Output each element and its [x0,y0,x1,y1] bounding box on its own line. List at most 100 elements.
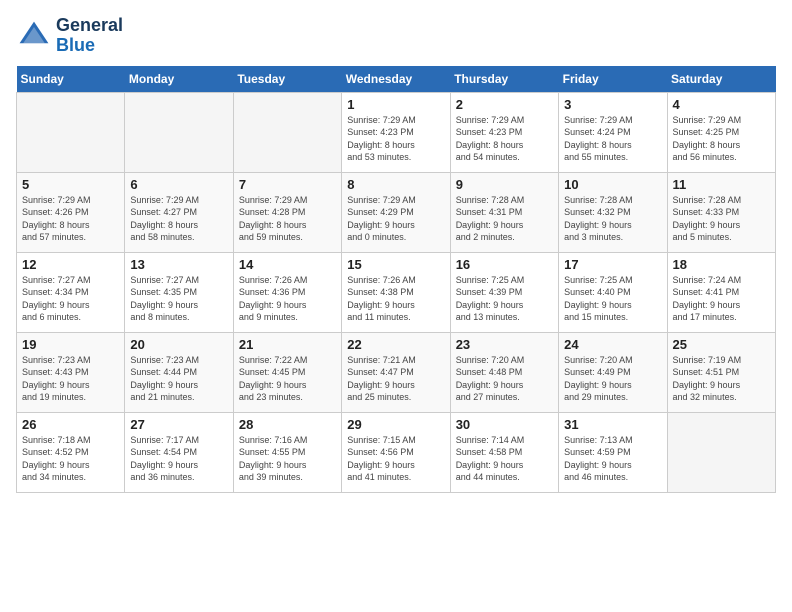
calendar-cell: 24 Sunrise: 7:20 AM Sunset: 4:49 PM Dayli… [559,332,667,412]
calendar-cell: 18 Sunrise: 7:24 AM Sunset: 4:41 PM Dayli… [667,252,775,332]
calendar-cell: 11 Sunrise: 7:28 AM Sunset: 4:33 PM Dayli… [667,172,775,252]
day-number: 23 [456,337,553,352]
calendar-cell [233,92,341,172]
calendar-cell: 6 Sunrise: 7:29 AM Sunset: 4:27 PM Daylig… [125,172,233,252]
day-number: 5 [22,177,119,192]
day-info: Sunrise: 7:29 AM Sunset: 4:25 PM Dayligh… [673,114,770,164]
calendar-cell: 26Sunrise: 7:18 AM Sunset: 4:52 PM Dayli… [17,412,125,492]
calendar-cell: 25 Sunrise: 7:19 AM Sunset: 4:51 PM Dayli… [667,332,775,412]
day-number: 2 [456,97,553,112]
day-number: 3 [564,97,661,112]
day-number: 22 [347,337,444,352]
day-info: Sunrise: 7:26 AM Sunset: 4:38 PM Dayligh… [347,274,444,324]
day-number: 14 [239,257,336,272]
day-number: 21 [239,337,336,352]
day-number: 16 [456,257,553,272]
day-number: 9 [456,177,553,192]
calendar-cell: 27Sunrise: 7:17 AM Sunset: 4:54 PM Dayli… [125,412,233,492]
day-info: Sunrise: 7:29 AM Sunset: 4:29 PM Dayligh… [347,194,444,244]
calendar-cell: 3 Sunrise: 7:29 AM Sunset: 4:24 PM Daylig… [559,92,667,172]
calendar-week-2: 5 Sunrise: 7:29 AM Sunset: 4:26 PM Daylig… [17,172,776,252]
calendar-cell: 4 Sunrise: 7:29 AM Sunset: 4:25 PM Daylig… [667,92,775,172]
day-number: 25 [673,337,770,352]
day-number: 11 [673,177,770,192]
calendar-cell: 30Sunrise: 7:14 AM Sunset: 4:58 PM Dayli… [450,412,558,492]
day-number: 7 [239,177,336,192]
day-header-thursday: Thursday [450,66,558,93]
day-info: Sunrise: 7:22 AM Sunset: 4:45 PM Dayligh… [239,354,336,404]
day-info: Sunrise: 7:23 AM Sunset: 4:43 PM Dayligh… [22,354,119,404]
day-info: Sunrise: 7:29 AM Sunset: 4:27 PM Dayligh… [130,194,227,244]
logo-icon [16,18,52,54]
day-info: Sunrise: 7:14 AM Sunset: 4:58 PM Dayligh… [456,434,553,484]
calendar-week-4: 19 Sunrise: 7:23 AM Sunset: 4:43 PM Dayli… [17,332,776,412]
calendar-cell: 7 Sunrise: 7:29 AM Sunset: 4:28 PM Daylig… [233,172,341,252]
day-info: Sunrise: 7:15 AM Sunset: 4:56 PM Dayligh… [347,434,444,484]
calendar-table: SundayMondayTuesdayWednesdayThursdayFrid… [16,66,776,493]
calendar-cell: 20 Sunrise: 7:23 AM Sunset: 4:44 PM Dayli… [125,332,233,412]
calendar-cell: 19 Sunrise: 7:23 AM Sunset: 4:43 PM Dayli… [17,332,125,412]
day-info: Sunrise: 7:17 AM Sunset: 4:54 PM Dayligh… [130,434,227,484]
day-info: Sunrise: 7:27 AM Sunset: 4:35 PM Dayligh… [130,274,227,324]
calendar-cell: 8Sunrise: 7:29 AM Sunset: 4:29 PM Daylig… [342,172,450,252]
calendar-cell: 12 Sunrise: 7:27 AM Sunset: 4:34 PM Dayli… [17,252,125,332]
calendar-cell: 10Sunrise: 7:28 AM Sunset: 4:32 PM Dayli… [559,172,667,252]
day-info: Sunrise: 7:19 AM Sunset: 4:51 PM Dayligh… [673,354,770,404]
logo: General Blue [16,16,123,56]
day-info: Sunrise: 7:29 AM Sunset: 4:28 PM Dayligh… [239,194,336,244]
page-header: General Blue [16,16,776,56]
day-number: 1 [347,97,444,112]
day-info: Sunrise: 7:26 AM Sunset: 4:36 PM Dayligh… [239,274,336,324]
calendar-cell: 21 Sunrise: 7:22 AM Sunset: 4:45 PM Dayli… [233,332,341,412]
calendar-cell: 28 Sunrise: 7:16 AM Sunset: 4:55 PM Dayli… [233,412,341,492]
day-number: 19 [22,337,119,352]
day-number: 6 [130,177,227,192]
day-info: Sunrise: 7:24 AM Sunset: 4:41 PM Dayligh… [673,274,770,324]
day-info: Sunrise: 7:29 AM Sunset: 4:26 PM Dayligh… [22,194,119,244]
day-info: Sunrise: 7:29 AM Sunset: 4:24 PM Dayligh… [564,114,661,164]
calendar-cell: 1 Sunrise: 7:29 AM Sunset: 4:23 PM Daylig… [342,92,450,172]
day-number: 24 [564,337,661,352]
day-header-wednesday: Wednesday [342,66,450,93]
day-number: 26 [22,417,119,432]
calendar-week-1: 1 Sunrise: 7:29 AM Sunset: 4:23 PM Daylig… [17,92,776,172]
day-number: 17 [564,257,661,272]
calendar-cell: 16 Sunrise: 7:25 AM Sunset: 4:39 PM Dayli… [450,252,558,332]
day-info: Sunrise: 7:23 AM Sunset: 4:44 PM Dayligh… [130,354,227,404]
day-info: Sunrise: 7:25 AM Sunset: 4:39 PM Dayligh… [456,274,553,324]
day-header-sunday: Sunday [17,66,125,93]
day-info: Sunrise: 7:28 AM Sunset: 4:31 PM Dayligh… [456,194,553,244]
calendar-cell: 14 Sunrise: 7:26 AM Sunset: 4:36 PM Dayli… [233,252,341,332]
day-number: 20 [130,337,227,352]
day-info: Sunrise: 7:28 AM Sunset: 4:33 PM Dayligh… [673,194,770,244]
day-number: 18 [673,257,770,272]
logo-text: General Blue [56,16,123,56]
calendar-cell: 5 Sunrise: 7:29 AM Sunset: 4:26 PM Daylig… [17,172,125,252]
calendar-cell: 23 Sunrise: 7:20 AM Sunset: 4:48 PM Dayli… [450,332,558,412]
day-header-saturday: Saturday [667,66,775,93]
day-info: Sunrise: 7:25 AM Sunset: 4:40 PM Dayligh… [564,274,661,324]
day-number: 4 [673,97,770,112]
day-number: 28 [239,417,336,432]
calendar-cell: 13Sunrise: 7:27 AM Sunset: 4:35 PM Dayli… [125,252,233,332]
day-info: Sunrise: 7:20 AM Sunset: 4:49 PM Dayligh… [564,354,661,404]
calendar-cell: 2Sunrise: 7:29 AM Sunset: 4:23 PM Daylig… [450,92,558,172]
calendar-cell: 31 Sunrise: 7:13 AM Sunset: 4:59 PM Dayli… [559,412,667,492]
day-number: 12 [22,257,119,272]
day-info: Sunrise: 7:27 AM Sunset: 4:34 PM Dayligh… [22,274,119,324]
day-info: Sunrise: 7:29 AM Sunset: 4:23 PM Dayligh… [347,114,444,164]
calendar-cell: 17 Sunrise: 7:25 AM Sunset: 4:40 PM Dayli… [559,252,667,332]
calendar-cell: 15Sunrise: 7:26 AM Sunset: 4:38 PM Dayli… [342,252,450,332]
day-info: Sunrise: 7:16 AM Sunset: 4:55 PM Dayligh… [239,434,336,484]
day-info: Sunrise: 7:13 AM Sunset: 4:59 PM Dayligh… [564,434,661,484]
calendar-header-row: SundayMondayTuesdayWednesdayThursdayFrid… [17,66,776,93]
day-number: 31 [564,417,661,432]
day-header-friday: Friday [559,66,667,93]
calendar-cell [17,92,125,172]
day-header-tuesday: Tuesday [233,66,341,93]
calendar-week-3: 12 Sunrise: 7:27 AM Sunset: 4:34 PM Dayli… [17,252,776,332]
day-info: Sunrise: 7:21 AM Sunset: 4:47 PM Dayligh… [347,354,444,404]
calendar-cell: 9 Sunrise: 7:28 AM Sunset: 4:31 PM Daylig… [450,172,558,252]
calendar-week-5: 26Sunrise: 7:18 AM Sunset: 4:52 PM Dayli… [17,412,776,492]
day-info: Sunrise: 7:20 AM Sunset: 4:48 PM Dayligh… [456,354,553,404]
